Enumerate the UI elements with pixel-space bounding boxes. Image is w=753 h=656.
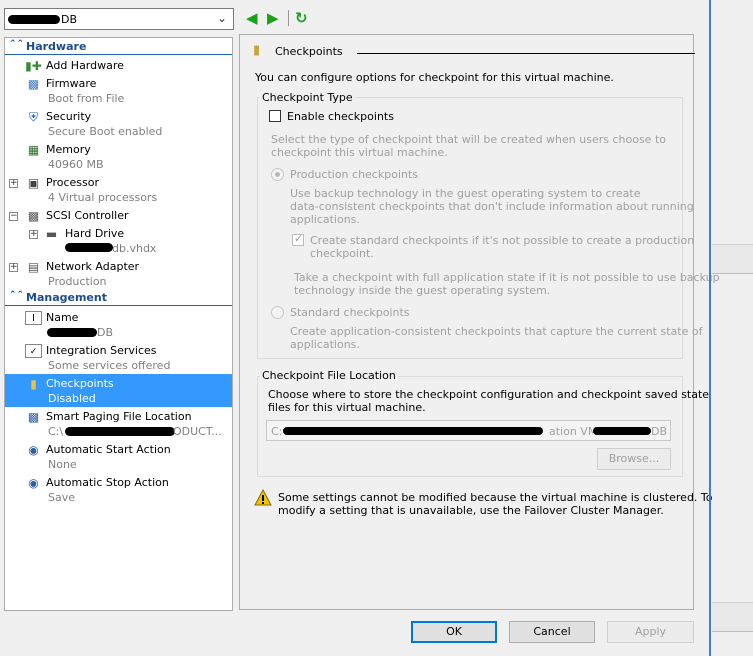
production-checkpoints-label[interactable]: Production checkpoints	[290, 168, 418, 181]
tree-item-hard-drive[interactable]: + ▬ Hard Drive db.vhdx	[5, 224, 232, 257]
hardware-section-header[interactable]: ⌃⌃ Hardware	[5, 39, 232, 55]
warning-text-line2: modify a setting that is unavailable, us…	[278, 504, 664, 517]
standard-checkpoints-radio[interactable]	[271, 306, 284, 319]
tree-item-processor[interactable]: + ▣ Processor 4 Virtual processors	[5, 173, 232, 206]
file-location-label: Checkpoint File Location	[260, 369, 398, 382]
select-type-desc-line2: checkpoint this virtual machine.	[271, 146, 448, 159]
path-middle-text: ation VM	[549, 425, 598, 438]
memory-icon: ▦	[27, 143, 40, 157]
enable-checkpoints-label[interactable]: Enable checkpoints	[287, 110, 394, 123]
take-checkpoint-desc-line1: Take a checkpoint with full application …	[294, 271, 720, 284]
standard-desc-line1: Create application-consistent checkpoint…	[290, 325, 703, 338]
checkpoint-icon: ▮	[30, 377, 37, 391]
path-end-text: DB	[651, 425, 668, 438]
panel-title: Checkpoints	[275, 45, 343, 58]
cancel-button[interactable]: Cancel	[509, 621, 595, 643]
warning-text-line1: Some settings cannot be modified because…	[278, 491, 713, 504]
select-type-desc-line1: Select the type of checkpoint that will …	[271, 133, 666, 146]
tree-item-checkpoints[interactable]: ▮ Checkpoints Disabled	[5, 374, 232, 407]
shield-icon: ⛨	[28, 110, 38, 124]
background-window-bar	[712, 244, 753, 274]
collapse-node-icon[interactable]: −	[9, 212, 18, 221]
chevron-down-icon: ⌄	[216, 11, 227, 25]
create-standard-checkbox[interactable]	[292, 232, 304, 246]
vm-name-value: DB	[61, 13, 78, 26]
redacted-text	[8, 15, 60, 24]
header-rule	[357, 53, 695, 54]
checkpoint-type-label: Checkpoint Type	[260, 91, 355, 104]
collapse-icon: ⌃⌃	[9, 39, 25, 49]
apply-button[interactable]: Apply	[607, 621, 694, 643]
checkpoint-icon: ▮	[253, 43, 261, 58]
smart-paging-icon: ▩	[27, 410, 40, 424]
production-desc-line3: applications.	[290, 213, 360, 226]
window-border	[709, 0, 711, 656]
tree-item-integration-services[interactable]: ✓ Integration Services Some services off…	[5, 341, 232, 374]
tree-item-scsi-controller[interactable]: − ▩ SCSI Controller	[5, 206, 232, 224]
production-checkpoints-radio[interactable]	[271, 168, 284, 181]
integration-services-icon: ✓	[25, 344, 42, 358]
enable-checkpoints-checkbox[interactable]	[269, 110, 281, 122]
toolbar-divider	[288, 10, 289, 26]
redacted-text	[47, 328, 97, 337]
tree-item-memory[interactable]: ▦ Memory 40960 MB	[5, 140, 232, 173]
tree-item-network-adapter[interactable]: + ▤ Network Adapter Production	[5, 257, 232, 290]
ok-button[interactable]: OK	[411, 621, 497, 643]
expand-icon[interactable]: +	[9, 263, 18, 272]
tree-item-smart-paging[interactable]: ▩ Smart Paging File Location C:\ ODUCT..…	[5, 407, 232, 440]
back-arrow-icon[interactable]: ◀	[246, 9, 258, 27]
redacted-text	[283, 427, 543, 435]
tree-item-name[interactable]: I Name DB	[5, 308, 232, 341]
redacted-text	[65, 243, 113, 252]
add-hardware-icon: ▮✚	[25, 59, 42, 73]
production-desc-line2: data-consistent checkpoints that don't i…	[290, 200, 694, 213]
background-window-bar	[712, 602, 753, 632]
create-standard-label-line1[interactable]: Create standard checkpoints if it's not …	[310, 234, 694, 247]
checkpoint-path-input[interactable]: C: ation VM DB	[266, 420, 671, 441]
scsi-controller-icon: ▩	[27, 209, 40, 223]
tree-item-security[interactable]: ⛨ Security Secure Boot enabled	[5, 107, 232, 140]
redacted-text	[65, 427, 175, 436]
hard-drive-icon: ▬	[45, 227, 58, 241]
processor-icon: ▣	[27, 176, 40, 190]
file-location-desc-line1: Choose where to store the checkpoint con…	[268, 388, 710, 401]
path-start-text: C:	[271, 425, 283, 438]
automatic-start-icon: ◉	[28, 443, 39, 457]
file-location-desc-line2: files for this virtual machine.	[268, 401, 426, 414]
refresh-icon[interactable]: ↻	[295, 9, 308, 27]
tree-item-firmware[interactable]: ▩ Firmware Boot from File	[5, 74, 232, 107]
redacted-text	[593, 427, 651, 435]
management-section-header[interactable]: ⌃⌃ Management	[5, 290, 232, 306]
standard-checkpoints-label[interactable]: Standard checkpoints	[290, 306, 410, 319]
name-icon: I	[25, 311, 42, 325]
tree-item-automatic-stop[interactable]: ◉ Automatic Stop Action Save	[5, 473, 232, 506]
checkpoints-settings-panel: ▮ Checkpoints You can configure options …	[239, 34, 720, 610]
create-standard-label-line2: checkpoint.	[310, 247, 374, 260]
expand-icon[interactable]: +	[29, 230, 38, 239]
expand-icon[interactable]: +	[9, 179, 18, 188]
network-adapter-icon: ▤	[27, 260, 40, 274]
vm-selector-dropdown[interactable]: DB ⌄	[4, 8, 234, 30]
intro-text: You can configure options for checkpoint…	[255, 71, 614, 84]
standard-desc-line2: applications.	[290, 338, 360, 351]
automatic-stop-icon: ◉	[28, 476, 39, 490]
forward-arrow-icon[interactable]: ▶	[267, 9, 279, 27]
browse-button[interactable]: Browse...	[597, 448, 671, 470]
take-checkpoint-desc-line2: technology inside the guest operating sy…	[294, 284, 551, 297]
production-desc-line1: Use backup technology in the guest opera…	[290, 187, 641, 200]
collapse-icon: ⌃⌃	[9, 290, 25, 300]
tree-item-automatic-start[interactable]: ◉ Automatic Start Action None	[5, 440, 232, 473]
warning-icon	[254, 489, 272, 506]
firmware-icon: ▩	[27, 77, 40, 91]
settings-tree[interactable]: ⌃⌃ Hardware ▮✚ Add Hardware ▩ Firmware B…	[4, 37, 233, 611]
